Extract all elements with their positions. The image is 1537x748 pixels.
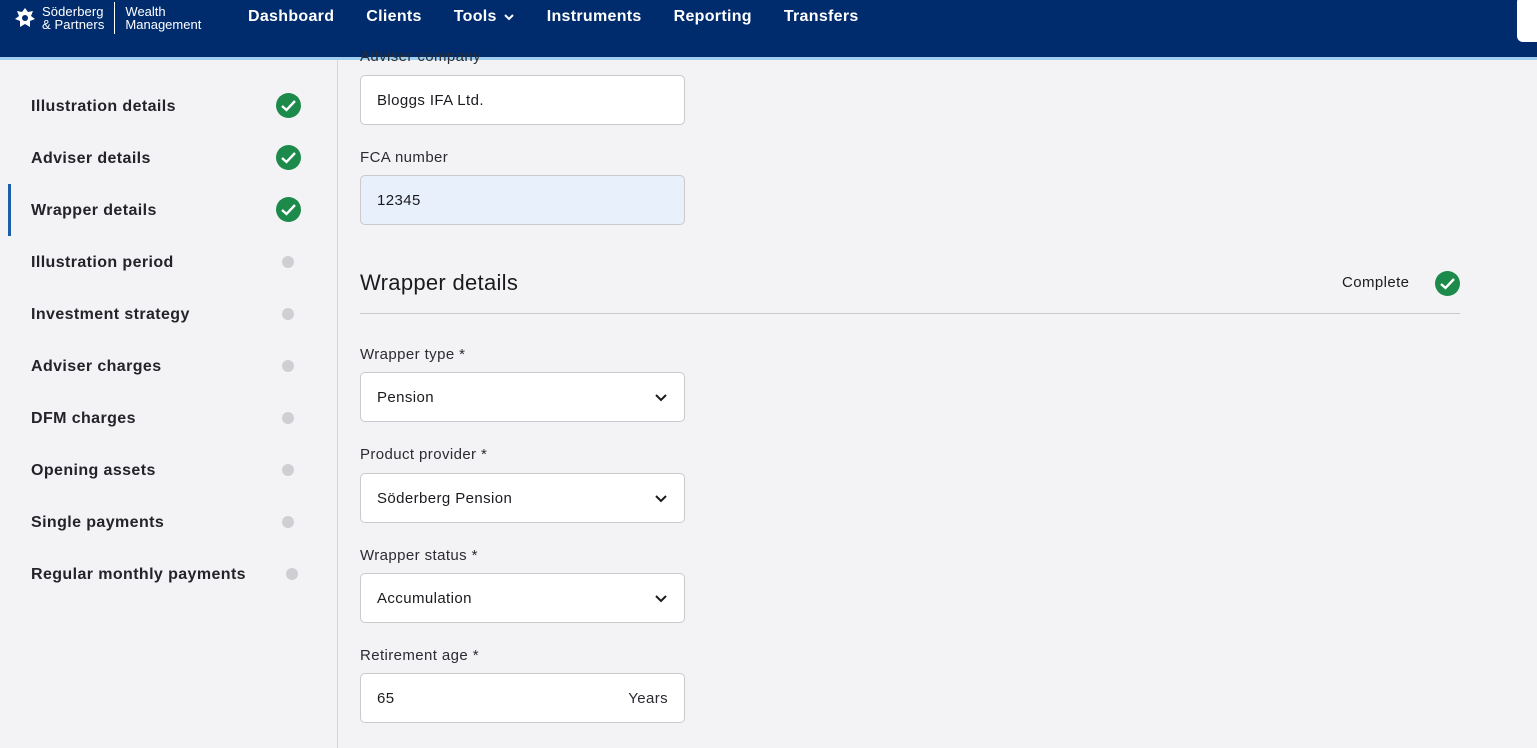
- section-status-text: Complete: [1342, 274, 1410, 291]
- section-divider: [360, 313, 1460, 314]
- dot-icon: [282, 464, 294, 476]
- sidebar-item-label: Opening assets: [31, 462, 156, 479]
- fca-number-field[interactable]: 12345: [360, 175, 685, 225]
- sidebar-item-label: DFM charges: [31, 410, 136, 427]
- dot-icon: [282, 360, 294, 372]
- check-circle-icon: [276, 197, 301, 222]
- sidebar-item-illustration-period[interactable]: Illustration period: [0, 236, 320, 288]
- sidebar-item-label: Illustration details: [31, 98, 176, 115]
- check-circle-icon: [1435, 271, 1460, 296]
- sidebar-item-label: Illustration period: [31, 254, 174, 271]
- wrapper-status-select[interactable]: Accumulation: [360, 573, 685, 623]
- fca-number-value: 12345: [377, 192, 421, 209]
- nav-label: Dashboard: [248, 8, 335, 25]
- fca-number-label: FCA number: [360, 149, 449, 166]
- nav-tools[interactable]: Tools: [454, 8, 515, 26]
- brand-divider: [114, 2, 116, 34]
- sidebar-item-label: Adviser charges: [31, 358, 162, 375]
- sidebar-item-adviser-charges[interactable]: Adviser charges: [0, 340, 320, 392]
- nav-label: Instruments: [546, 8, 642, 25]
- retirement-age-value: 65: [377, 690, 395, 707]
- dot-icon: [282, 308, 294, 320]
- nav-transfers[interactable]: Transfers: [784, 8, 859, 26]
- adviser-company-value: Bloggs IFA Ltd.: [377, 92, 484, 109]
- nav-clients[interactable]: Clients: [366, 8, 421, 26]
- main-nav: Dashboard Clients Tools Instruments Repo…: [248, 8, 891, 26]
- check-circle-icon: [276, 145, 301, 170]
- dot-icon: [286, 568, 298, 580]
- retirement-age-field[interactable]: 65 Years: [360, 673, 685, 723]
- sidebar-item-label: Adviser details: [31, 150, 151, 167]
- sidebar-item-label: Regular monthly payments: [31, 566, 246, 583]
- wrapper-status-value: Accumulation: [377, 590, 472, 607]
- retirement-age-suffix: Years: [628, 690, 668, 707]
- sidebar-item-dfm-charges[interactable]: DFM charges: [0, 392, 320, 444]
- wrapper-type-select[interactable]: Pension: [360, 372, 685, 422]
- search-input[interactable]: [1517, 0, 1537, 42]
- nav-reporting[interactable]: Reporting: [674, 8, 752, 26]
- adviser-company-field[interactable]: Bloggs IFA Ltd.: [360, 75, 685, 125]
- retirement-age-label: Retirement age *: [360, 647, 479, 664]
- brand-sub-line2: Management: [125, 17, 202, 32]
- sidebar-item-adviser-details[interactable]: Adviser details: [0, 132, 320, 184]
- section-sidebar: Illustration details Adviser details Wra…: [0, 60, 338, 748]
- dot-icon: [282, 412, 294, 424]
- sidebar-item-investment-strategy[interactable]: Investment strategy: [0, 288, 320, 340]
- wrapper-type-value: Pension: [377, 389, 435, 406]
- dot-icon: [282, 256, 294, 268]
- chevron-down-icon: [655, 595, 667, 603]
- lion-crest-icon: [15, 8, 35, 27]
- nav-dashboard[interactable]: Dashboard: [248, 8, 334, 26]
- sidebar-item-label: Investment strategy: [31, 306, 190, 323]
- chevron-down-icon: [504, 14, 514, 21]
- adviser-company-label: Adviser company: [360, 48, 482, 65]
- product-provider-label: Product provider *: [360, 446, 488, 463]
- chevron-down-icon: [655, 394, 667, 402]
- sidebar-item-single-payments[interactable]: Single payments: [0, 496, 320, 548]
- nav-label: Transfers: [783, 8, 859, 25]
- product-provider-select[interactable]: Söderberg Pension: [360, 473, 685, 523]
- sidebar-item-label: Wrapper details: [31, 202, 157, 219]
- wrapper-status-label: Wrapper status *: [360, 547, 478, 564]
- sidebar-item-label: Single payments: [31, 514, 165, 531]
- dot-icon: [282, 516, 294, 528]
- nav-label: Tools: [453, 8, 497, 25]
- sidebar-item-illustration-details[interactable]: Illustration details: [0, 80, 320, 132]
- nav-label: Reporting: [673, 8, 752, 25]
- nav-instruments[interactable]: Instruments: [547, 8, 642, 26]
- check-circle-icon: [276, 93, 301, 118]
- brand-logo[interactable]: Söderberg & Partners Wealth Management: [14, 2, 201, 34]
- top-nav-bar: Söderberg & Partners Wealth Management D…: [0, 0, 1537, 57]
- sidebar-item-opening-assets[interactable]: Opening assets: [0, 444, 320, 496]
- product-provider-value: Söderberg Pension: [377, 490, 513, 507]
- sidebar-item-wrapper-details[interactable]: Wrapper details: [0, 184, 320, 236]
- nav-label: Clients: [366, 8, 422, 25]
- chevron-down-icon: [655, 495, 667, 503]
- sidebar-item-regular-monthly-payments[interactable]: Regular monthly payments: [0, 548, 320, 600]
- brand-name-line2: & Partners: [42, 17, 105, 32]
- section-title: Wrapper details: [360, 270, 519, 295]
- wrapper-type-label: Wrapper type *: [360, 346, 466, 363]
